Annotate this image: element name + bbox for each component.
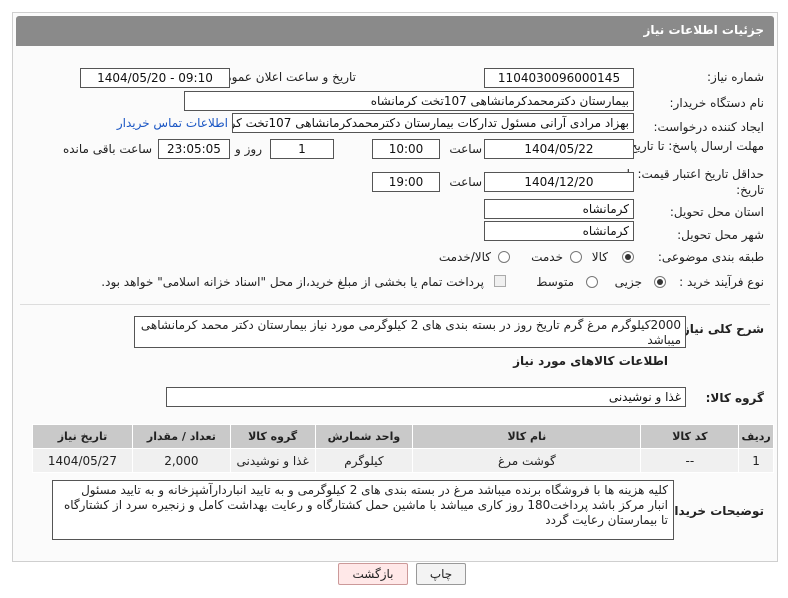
- col-qty: تعداد / مقدار: [132, 424, 231, 449]
- price-validity-label: حداقل تاریخ اعتبار قیمت: تا تاریخ:: [626, 167, 764, 197]
- days-label: روز و: [235, 142, 262, 156]
- city-label: شهر محل تحویل:: [677, 228, 764, 242]
- table-header-row: ردیف کد کالا نام کالا واحد شمارش گروه کا…: [32, 424, 774, 449]
- table-row: 1 -- گوشت مرغ کیلوگرم غذا و نوشیدنی 2,00…: [32, 448, 774, 473]
- cell-unit: کیلوگرم: [314, 448, 414, 473]
- treasury-payment-checkbox[interactable]: [494, 275, 506, 287]
- description-label: شرح کلی نیاز:: [678, 322, 764, 336]
- process-radio-medium[interactable]: [586, 276, 598, 288]
- need-number-field: 1104030096000145: [484, 68, 634, 88]
- col-name: نام کالا: [412, 424, 642, 449]
- col-date: تاریخ نیاز: [32, 424, 133, 449]
- remaining-time-field: 23:05:05: [158, 139, 230, 159]
- category-option-service: خدمت: [531, 250, 563, 264]
- buyer-contact-link[interactable]: اطلاعات تماس خریدار: [117, 116, 228, 130]
- cell-name: گوشت مرغ: [412, 448, 642, 473]
- cell-code: --: [640, 448, 740, 473]
- deadline-time-label: ساعت: [449, 142, 482, 156]
- treasury-payment-note: پرداخت تمام یا بخشی از مبلغ خرید،از محل …: [101, 275, 484, 289]
- process-label: نوع فرآیند خرید :: [679, 275, 764, 289]
- goods-group-field: غذا و نوشیدنی: [166, 387, 686, 407]
- goods-section-title: اطلاعات کالاهای مورد نیاز: [513, 354, 668, 368]
- days-field: 1: [270, 139, 334, 159]
- need-number-label: شماره نیاز:: [707, 70, 764, 84]
- goods-table: ردیف کد کالا نام کالا واحد شمارش گروه کا…: [32, 424, 774, 473]
- col-group: گروه کالا: [229, 424, 316, 449]
- process-radio-minor[interactable]: [654, 276, 666, 288]
- print-button[interactable]: چاپ: [416, 563, 466, 585]
- back-button[interactable]: بازگشت: [338, 563, 408, 585]
- category-option-goods-service: کالا/خدمت: [438, 250, 491, 264]
- category-radio-service[interactable]: [570, 251, 582, 263]
- col-code: کد کالا: [640, 424, 740, 449]
- cell-row-no: 1: [738, 448, 774, 473]
- cell-group: غذا و نوشیدنی: [229, 448, 316, 473]
- panel-header: جزئیات اطلاعات نیاز: [16, 16, 774, 46]
- price-validity-date-field: 1404/12/20: [484, 172, 634, 192]
- price-validity-time-field: 19:00: [372, 172, 440, 192]
- deadline-time-field: 10:00: [372, 139, 440, 159]
- cell-qty: 2,000: [132, 448, 231, 473]
- category-radio-goods-service[interactable]: [498, 251, 510, 263]
- description-field: 2000کیلوگرم مرغ گرم تاریخ روز در بسته بن…: [134, 316, 686, 348]
- page-title: جزئیات اطلاعات نیاز: [643, 23, 764, 37]
- province-label: استان محل تحویل:: [669, 205, 764, 219]
- buyer-org-field: بیمارستان دکترمحمدکرمانشاهی 107تخت کرمان…: [184, 91, 634, 111]
- buyer-org-label: نام دستگاه خریدار:: [669, 96, 765, 110]
- col-row-no: ردیف: [738, 424, 774, 449]
- buyer-notes-label: توضیحات خریدار:: [662, 504, 764, 518]
- goods-group-label: گروه کالا:: [705, 391, 764, 405]
- divider: [20, 304, 770, 305]
- remaining-label: ساعت باقی مانده: [62, 142, 152, 156]
- province-field: کرمانشاه: [484, 199, 634, 219]
- requester-label: ایجاد کننده درخواست:: [653, 120, 764, 134]
- cell-date: 1404/05/27: [32, 448, 133, 473]
- category-label: طبقه بندی موضوعی:: [657, 250, 764, 264]
- city-field: کرمانشاه: [484, 221, 634, 241]
- buyer-notes-field: کلیه هزینه ها با فروشگاه برنده میباشد مر…: [52, 480, 674, 540]
- announce-datetime-field: 1404/05/20 - 09:10: [80, 68, 230, 88]
- price-validity-time-label: ساعت: [449, 175, 482, 189]
- category-radio-goods[interactable]: [622, 251, 634, 263]
- deadline-date-field: 1404/05/22: [484, 139, 634, 159]
- announce-datetime-label: تاریخ و ساعت اعلان عمومی:: [211, 70, 356, 84]
- col-unit: واحد شمارش: [314, 424, 414, 449]
- category-option-goods: کالا: [591, 250, 608, 264]
- process-option-medium: متوسط: [536, 275, 574, 289]
- deadline-label: مهلت ارسال پاسخ: تا تاریخ:: [625, 139, 764, 153]
- requester-field: بهزاد مرادی آرانی مسئول تدارکات بیمارستا…: [232, 113, 634, 133]
- process-option-minor: جزیی: [614, 275, 642, 289]
